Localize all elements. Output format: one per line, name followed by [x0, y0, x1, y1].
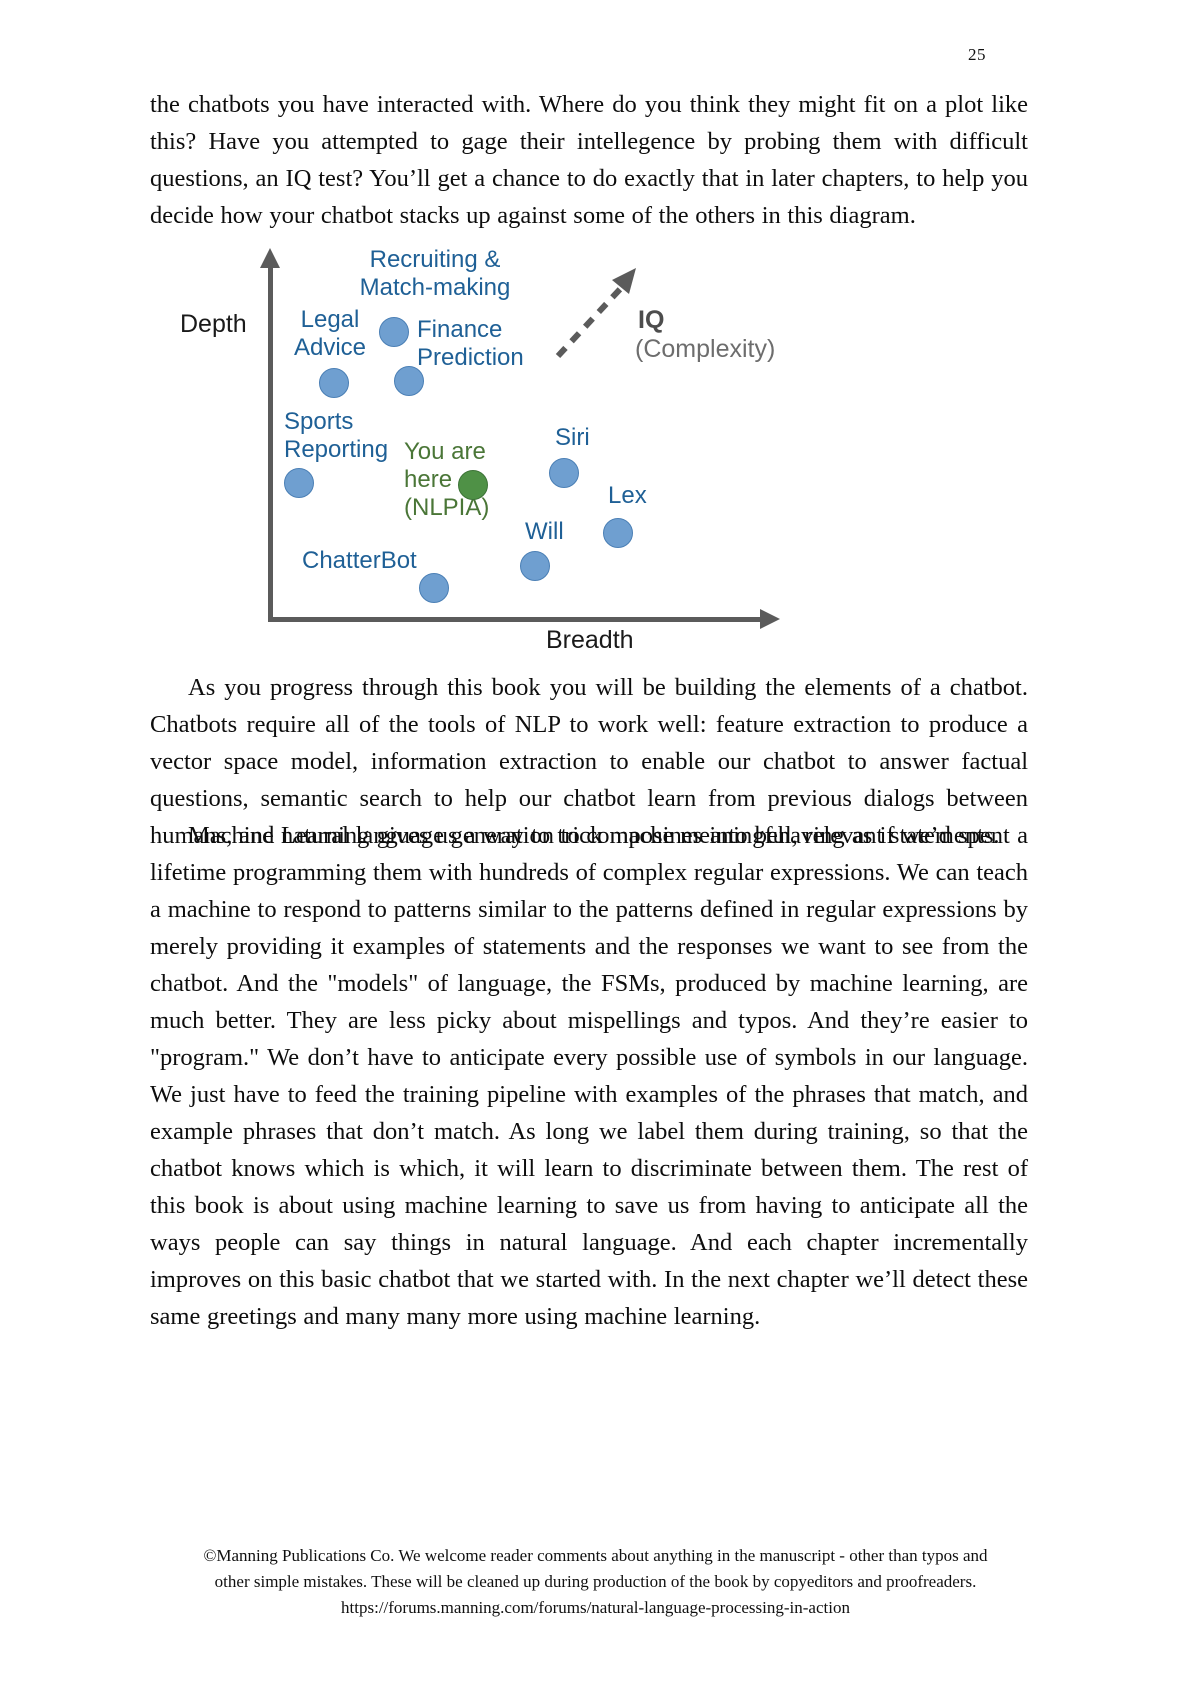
point-label-chatterbot: ChatterBot [302, 547, 417, 574]
point-label-finance-prediction: Finance Prediction [417, 316, 524, 371]
data-point-sports-reporting [284, 468, 314, 498]
y-axis-label: Depth [180, 310, 247, 338]
y-axis-line [268, 264, 273, 618]
data-point-finance-prediction [394, 366, 424, 396]
page-number: 25 [968, 45, 986, 64]
iq-annotation: IQ (Complexity) [635, 306, 775, 364]
x-axis-label: Breadth [546, 626, 634, 654]
chatbot-capability-scatter-figure: Depth Breadth Recruiting & Match-making … [180, 246, 800, 658]
paragraph-machine-learning: Machine Learning gives us a way to trick… [150, 822, 1028, 1330]
document-page: 25 the chatbots you have interacted with… [0, 0, 1191, 1684]
data-point-legal-advice [319, 368, 349, 398]
page-footer: ©Manning Publications Co. We welcome rea… [0, 1543, 1191, 1621]
data-point-siri [549, 458, 579, 488]
footer-line-forum-url: https://forums.manning.com/forums/natura… [341, 1598, 850, 1617]
point-label-recruiting-matchmaking: Recruiting & Match-making [359, 246, 511, 301]
point-label-siri: Siri [555, 424, 590, 451]
data-point-chatterbot [419, 573, 449, 603]
data-point-lex [603, 518, 633, 548]
footer-line-copyright: ©Manning Publications Co. We welcome rea… [203, 1546, 988, 1565]
footer-line-notice: other simple mistakes. These will be cle… [214, 1572, 977, 1591]
data-point-will [520, 551, 550, 581]
data-point-you-are-here-nlpia [458, 470, 488, 500]
x-axis-line [268, 617, 768, 622]
paragraph-continued: the chatbots you have interacted with. W… [150, 91, 1028, 229]
point-label-will: Will [525, 518, 564, 545]
y-axis-arrow-icon [260, 248, 280, 268]
x-axis-arrow-icon [760, 609, 780, 629]
point-label-legal-advice: Legal Advice [293, 306, 367, 361]
iq-annotation-sub: (Complexity) [635, 335, 776, 363]
point-label-lex: Lex [608, 482, 647, 509]
iq-annotation-main: IQ [638, 306, 665, 334]
